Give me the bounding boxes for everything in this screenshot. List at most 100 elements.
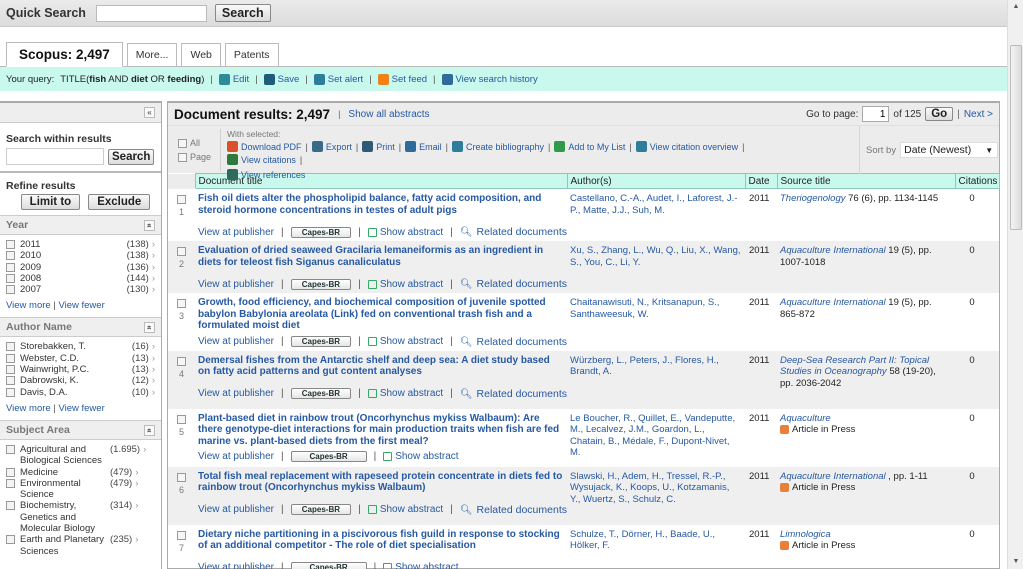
capes-br-button[interactable]: Capes-BR [290, 504, 352, 515]
show-all-abstracts-link[interactable]: Show all abstracts [348, 109, 429, 120]
tab-scopus[interactable]: Scopus: 2,497 [6, 42, 123, 67]
related-documents-link[interactable]: 🔍︎ Related documents [460, 504, 567, 516]
facet-item[interactable]: Earth and Planetary Sciences (235) › [6, 534, 155, 557]
facet-item[interactable]: 2008 (144) › [6, 273, 155, 284]
row-checkbox[interactable] [177, 356, 186, 366]
chevron-right-icon[interactable]: › [143, 444, 146, 467]
chevron-right-icon[interactable]: › [152, 273, 155, 284]
chevron-right-icon[interactable]: › [152, 375, 155, 386]
view-at-publisher-link[interactable]: View at publisher [198, 279, 274, 290]
chevron-right-icon[interactable]: › [152, 341, 155, 352]
capes-br-button[interactable]: Capes-BR [290, 388, 352, 399]
search-within-button[interactable]: Search [108, 148, 155, 165]
document-title-link[interactable]: Plant-based diet in rainbow trout (Oncor… [195, 413, 567, 448]
tab-more[interactable]: More... [126, 43, 178, 66]
facet-item[interactable]: Environmental Science (479) › [6, 478, 155, 501]
view-at-publisher-link[interactable]: View at publisher [198, 504, 274, 515]
facet-checkbox[interactable] [6, 285, 15, 295]
related-documents-link[interactable]: 🔍︎ Related documents [460, 388, 567, 400]
facet-checkbox[interactable] [6, 467, 15, 477]
facet-header-year[interactable]: Year « [0, 215, 161, 235]
row-checkbox[interactable] [177, 530, 186, 540]
capes-br-button[interactable]: Capes-BR [290, 226, 352, 238]
sort-select[interactable]: Date (Newest) ▼ [900, 142, 999, 158]
bulk-action-add-to-my-list[interactable]: Add to My List [554, 141, 625, 152]
facet-item[interactable]: Biochemistry, Genetics and Molecular Bio… [6, 500, 155, 534]
bulk-action-export[interactable]: Export [311, 141, 352, 152]
show-abstract-link[interactable]: Show abstract [367, 279, 443, 290]
chevron-right-icon[interactable]: › [152, 284, 155, 295]
chevron-right-icon[interactable]: › [135, 467, 138, 478]
row-checkbox[interactable] [177, 414, 186, 424]
tab-web[interactable]: Web [181, 43, 221, 66]
authors-link[interactable]: Le Boucher, R., Quillet, E., Vandeputte,… [567, 413, 745, 459]
document-title-link[interactable]: Growth, food efficiency, and biochemical… [195, 297, 567, 332]
facet-item[interactable]: 2009 (136) › [6, 262, 155, 273]
facet-item[interactable]: Davis, D.A. (10) › [6, 387, 155, 398]
scroll-up-icon[interactable]: ▲ [1008, 0, 1023, 14]
facet-item[interactable]: 2010 (138) › [6, 250, 155, 261]
chevron-right-icon[interactable]: › [152, 364, 155, 375]
bulk-action-view-citations[interactable]: View citations [227, 154, 296, 165]
facet-header-author-name[interactable]: Author Name « [0, 317, 161, 338]
exclude-button[interactable]: Exclude [88, 194, 151, 210]
capes-br-button[interactable]: Capes-BR [290, 278, 352, 290]
chevron-right-icon[interactable]: › [152, 262, 155, 273]
source-title-link[interactable]: Limnologica [780, 529, 831, 540]
source-title-link[interactable]: Aquaculture International [780, 471, 886, 482]
tab-patents[interactable]: Patents [224, 43, 279, 66]
view-more-link[interactable]: View more [6, 300, 51, 311]
bulk-action-view-citation-overview[interactable]: View citation overview [635, 141, 738, 152]
facet-checkbox[interactable] [6, 501, 15, 511]
authors-link[interactable]: Slawski, H., Adem, H., Tressel, R.-P., W… [567, 471, 745, 506]
row-checkbox[interactable] [177, 195, 186, 204]
collapse-facet-icon[interactable]: « [144, 220, 155, 231]
view-at-publisher-link[interactable]: View at publisher [198, 451, 274, 462]
related-documents-link[interactable]: 🔍︎ Related documents [460, 336, 567, 348]
view-at-publisher-link[interactable]: View at publisher [198, 388, 274, 399]
facet-checkbox[interactable] [6, 342, 15, 352]
authors-link[interactable]: Chaitanawisuti, N., Kritsanapun, S., San… [567, 297, 745, 320]
search-within-input[interactable] [6, 148, 104, 165]
authors-link[interactable]: Schulze, T., Dörner, H., Baade, U., Hölk… [567, 529, 745, 552]
quick-search-button[interactable]: Search [214, 4, 271, 22]
capes-br-button[interactable]: Capes-BR [290, 451, 367, 462]
view-fewer-link[interactable]: View fewer [58, 300, 104, 311]
view-fewer-link[interactable]: View fewer [58, 403, 104, 414]
view-at-publisher-link[interactable]: View at publisher [198, 336, 274, 347]
row-checkbox[interactable] [177, 299, 186, 308]
facet-checkbox[interactable] [6, 251, 15, 261]
facet-checkbox[interactable] [6, 535, 15, 545]
scrollbar-thumb[interactable] [1010, 45, 1022, 230]
source-title-link[interactable]: Aquaculture International [780, 245, 886, 256]
authors-link[interactable]: Würzberg, L., Peters, J., Flores, H., Br… [567, 355, 745, 378]
bulk-action-download-pdf[interactable]: Download PDF [227, 141, 302, 152]
facet-item[interactable]: Dabrowski, K. (12) › [6, 375, 155, 386]
facet-checkbox[interactable] [6, 353, 15, 363]
query-action-view-search-history[interactable]: View search history [441, 73, 538, 85]
facet-checkbox[interactable] [6, 376, 15, 386]
collapse-facet-icon[interactable]: « [144, 424, 155, 436]
show-abstract-link[interactable]: Show abstract [367, 227, 443, 238]
capes-br-button[interactable]: Capes-BR [290, 561, 367, 569]
facet-checkbox[interactable] [6, 262, 15, 272]
document-title-link[interactable]: Total fish meal replacement with rapesee… [195, 471, 567, 494]
next-page-link[interactable]: Next > [964, 109, 993, 120]
column-header-citations[interactable]: Citations [954, 173, 1000, 189]
document-title-link[interactable]: Fish oil diets alter the phospholipid ba… [195, 193, 567, 216]
chevron-right-icon[interactable]: › [135, 500, 138, 534]
facet-item[interactable]: 2011 (138) › [6, 239, 155, 250]
facet-checkbox[interactable] [6, 273, 15, 283]
facet-checkbox[interactable] [6, 444, 15, 454]
view-at-publisher-link[interactable]: View at publisher [198, 562, 274, 569]
chevron-right-icon[interactable]: › [152, 250, 155, 261]
chevron-right-icon[interactable]: › [135, 478, 138, 501]
source-title-link[interactable]: Aquaculture [780, 413, 831, 424]
show-abstract-link[interactable]: Show abstract [367, 336, 443, 347]
chevron-right-icon[interactable]: › [135, 534, 138, 557]
row-checkbox[interactable] [177, 247, 186, 256]
facet-item[interactable]: Storebakken, T. (16) › [6, 341, 155, 352]
source-title-link[interactable]: Theriogenology [780, 193, 846, 204]
show-abstract-link[interactable]: Show abstract [383, 451, 459, 462]
scroll-down-icon[interactable]: ▼ [1008, 555, 1023, 569]
